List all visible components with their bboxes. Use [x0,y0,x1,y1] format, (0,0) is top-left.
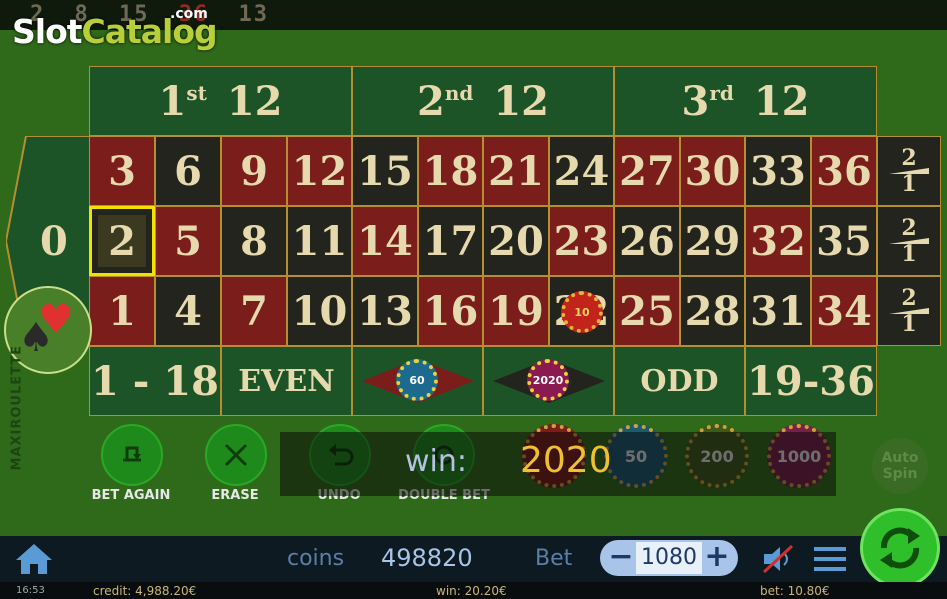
status-bar: 16:53 credit: 4,988.20€ win: 20.20€ bet:… [0,582,947,599]
column-bet-3rd[interactable]: 2 1 [877,136,941,206]
number-cell[interactable]: 30 [680,136,745,206]
close-icon [224,443,248,467]
erase-button[interactable] [205,424,267,486]
heart-icon: ♥ [38,297,74,343]
number-cell[interactable]: 17 [418,206,483,276]
recent-number: 13 [238,2,269,27]
number-cell[interactable]: 20 [483,206,549,276]
slotcatalog-logo: SlotCatalog .com [12,6,218,51]
bet-increase-button[interactable]: + [702,540,732,576]
erase-label: ERASE [211,488,259,503]
auto-spin-button[interactable]: Auto Spin [872,438,928,494]
number-cell[interactable]: 11 [287,206,352,276]
dozen-num: 2 [416,77,445,125]
dozen-suffix: st [186,81,207,105]
number-cell[interactable]: 13 [352,276,418,346]
column-bet-bottom: 1 [901,171,917,197]
dozen-suffix: rd [709,81,734,105]
number-cell[interactable]: 33 [745,136,811,206]
credit-status: credit: 4,988.20€ [93,584,197,598]
placed-chip[interactable]: 2020 [527,359,569,401]
spin-button[interactable] [860,508,940,588]
bottom-bar: coins 498820 Bet [0,536,947,582]
number-cell[interactable]: 18 [418,136,483,206]
win-status: win: 20.20€ [436,584,507,598]
bet-status: bet: 10.80€ [760,584,830,598]
number-cell[interactable]: 34 [811,276,877,346]
coins-value: 498820 [381,544,473,572]
column-bet-bottom: 1 [901,311,917,337]
bet-odd[interactable]: ODD [614,346,745,416]
number-cell[interactable]: 9 [221,136,287,206]
bet-label: Bet [535,546,573,571]
roulette-table: 1st 12 2nd 12 3rd 12 3 6 9 12 15 18 21 24 2… [89,66,877,416]
dozen-label: 12 [493,77,550,125]
number-cell[interactable]: 1 [89,276,155,346]
number-cell[interactable]: 36 [811,136,877,206]
logo-part-1: Slot [12,12,83,51]
column-bet-top: 2 [901,215,917,241]
bet-again-label: BET AGAIN [91,488,171,503]
column-bet-top: 2 [901,285,917,311]
number-cell[interactable]: 8 [221,206,287,276]
number-cell[interactable]: 10 [287,276,352,346]
dozen-bet-1[interactable]: 1st 12 [89,66,352,136]
dozen-label: 12 [226,77,283,125]
logo-suffix: .com [170,6,208,22]
number-cell[interactable]: 31 [745,276,811,346]
sound-muted-icon[interactable] [760,544,796,574]
zero-label: 0 [40,218,68,265]
number-cell[interactable]: 29 [680,206,745,276]
spin-icon [880,527,920,569]
number-cell[interactable]: 19 [483,276,549,346]
bet-19-36[interactable]: 19-36 [745,346,877,416]
placed-chip[interactable]: 10 [561,291,603,333]
number-cell[interactable]: 21 [483,136,549,206]
number-cell[interactable]: 28 [680,276,745,346]
dozen-suffix: nd [444,81,474,105]
number-cell[interactable]: 14 [352,206,418,276]
bet-even[interactable]: EVEN [221,346,352,416]
number-cell[interactable]: 23 [549,206,614,276]
column-bet-bottom: 1 [901,241,917,267]
home-icon[interactable] [14,542,54,576]
dozen-num: 3 [681,77,710,125]
number-cell[interactable]: 27 [614,136,680,206]
number-cell[interactable]: 16 [418,276,483,346]
bet-stepper: − 1080 + [600,540,738,576]
column-bet-top: 2 [901,145,917,171]
number-cell-selected[interactable]: 2 [89,206,155,276]
side-label: MAXIROULETTE [9,344,25,471]
number-cell[interactable]: 32 [745,206,811,276]
number-cell[interactable]: 15 [352,136,418,206]
number-cell[interactable]: 26 [614,206,680,276]
win-amount: 2020 [520,440,612,481]
selected-number: 2 [98,215,146,267]
number-cell[interactable]: 5 [155,206,221,276]
clock: 16:53 [16,585,45,596]
bet-decrease-button[interactable]: − [606,540,636,576]
dozen-bet-3[interactable]: 3rd 12 [614,66,877,136]
bet-1-18[interactable]: 1 - 18 [89,346,221,416]
dozen-bet-2[interactable]: 2nd 12 [352,66,614,136]
bet-again-button[interactable] [101,424,163,486]
number-cell[interactable]: 3 [89,136,155,206]
placed-chip[interactable]: 60 [396,359,438,401]
dozen-label: 12 [753,77,810,125]
number-cell[interactable]: 35 [811,206,877,276]
win-label: win: [405,444,467,479]
number-cell[interactable]: 4 [155,276,221,346]
number-cell[interactable]: 12 [287,136,352,206]
number-cell[interactable]: 25 [614,276,680,346]
coins-label: coins [287,546,345,571]
number-cell[interactable]: 7 [221,276,287,346]
column-bet-1st[interactable]: 2 1 [877,276,941,346]
column-bet-2nd[interactable]: 2 1 [877,206,941,276]
dozen-num: 1 [158,77,187,125]
number-cell[interactable]: 6 [155,136,221,206]
bet-value: 1080 [636,542,702,574]
menu-icon[interactable] [812,544,848,574]
bet-again-icon [123,446,141,462]
number-cell[interactable]: 24 [549,136,614,206]
